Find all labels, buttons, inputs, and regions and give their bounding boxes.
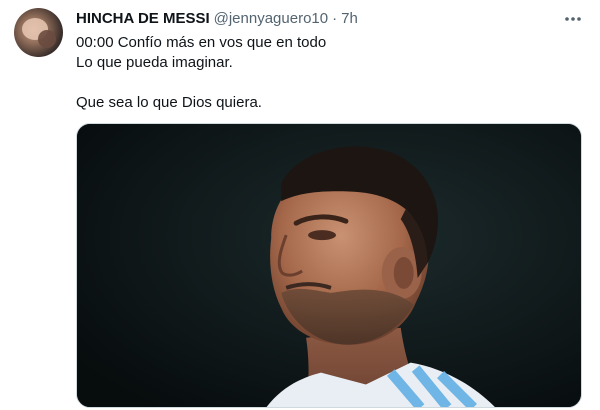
tweet-text-line: Que sea lo que Dios quiera. [76,94,262,111]
user-handle[interactable]: @jennyaguero10 [214,9,328,29]
more-horizontal-icon [564,16,582,22]
timestamp[interactable]: 7h [341,9,358,29]
avatar[interactable] [14,8,63,57]
separator-dot: · [332,10,338,27]
photo-illustration [77,124,581,407]
tweet-header: HINCHA DE MESSI @jennyaguero10 · 7h [76,9,580,29]
display-name[interactable]: HINCHA DE MESSI [76,9,210,29]
tweet-text-line: Lo que pueda imaginar. [76,54,233,71]
avatar-image-part [38,30,56,48]
tweet-text-line: 00:00 Confío más en vos que en todo [76,34,327,51]
tweet-media-photo[interactable] [76,123,582,408]
tweet-text: 00:00 Confío más en vos que en todo Lo q… [76,33,580,113]
more-options-button[interactable] [562,8,584,30]
tweet-text-gap [76,73,580,93]
tweet: HINCHA DE MESSI @jennyaguero10 · 7h 00:0… [0,0,600,410]
